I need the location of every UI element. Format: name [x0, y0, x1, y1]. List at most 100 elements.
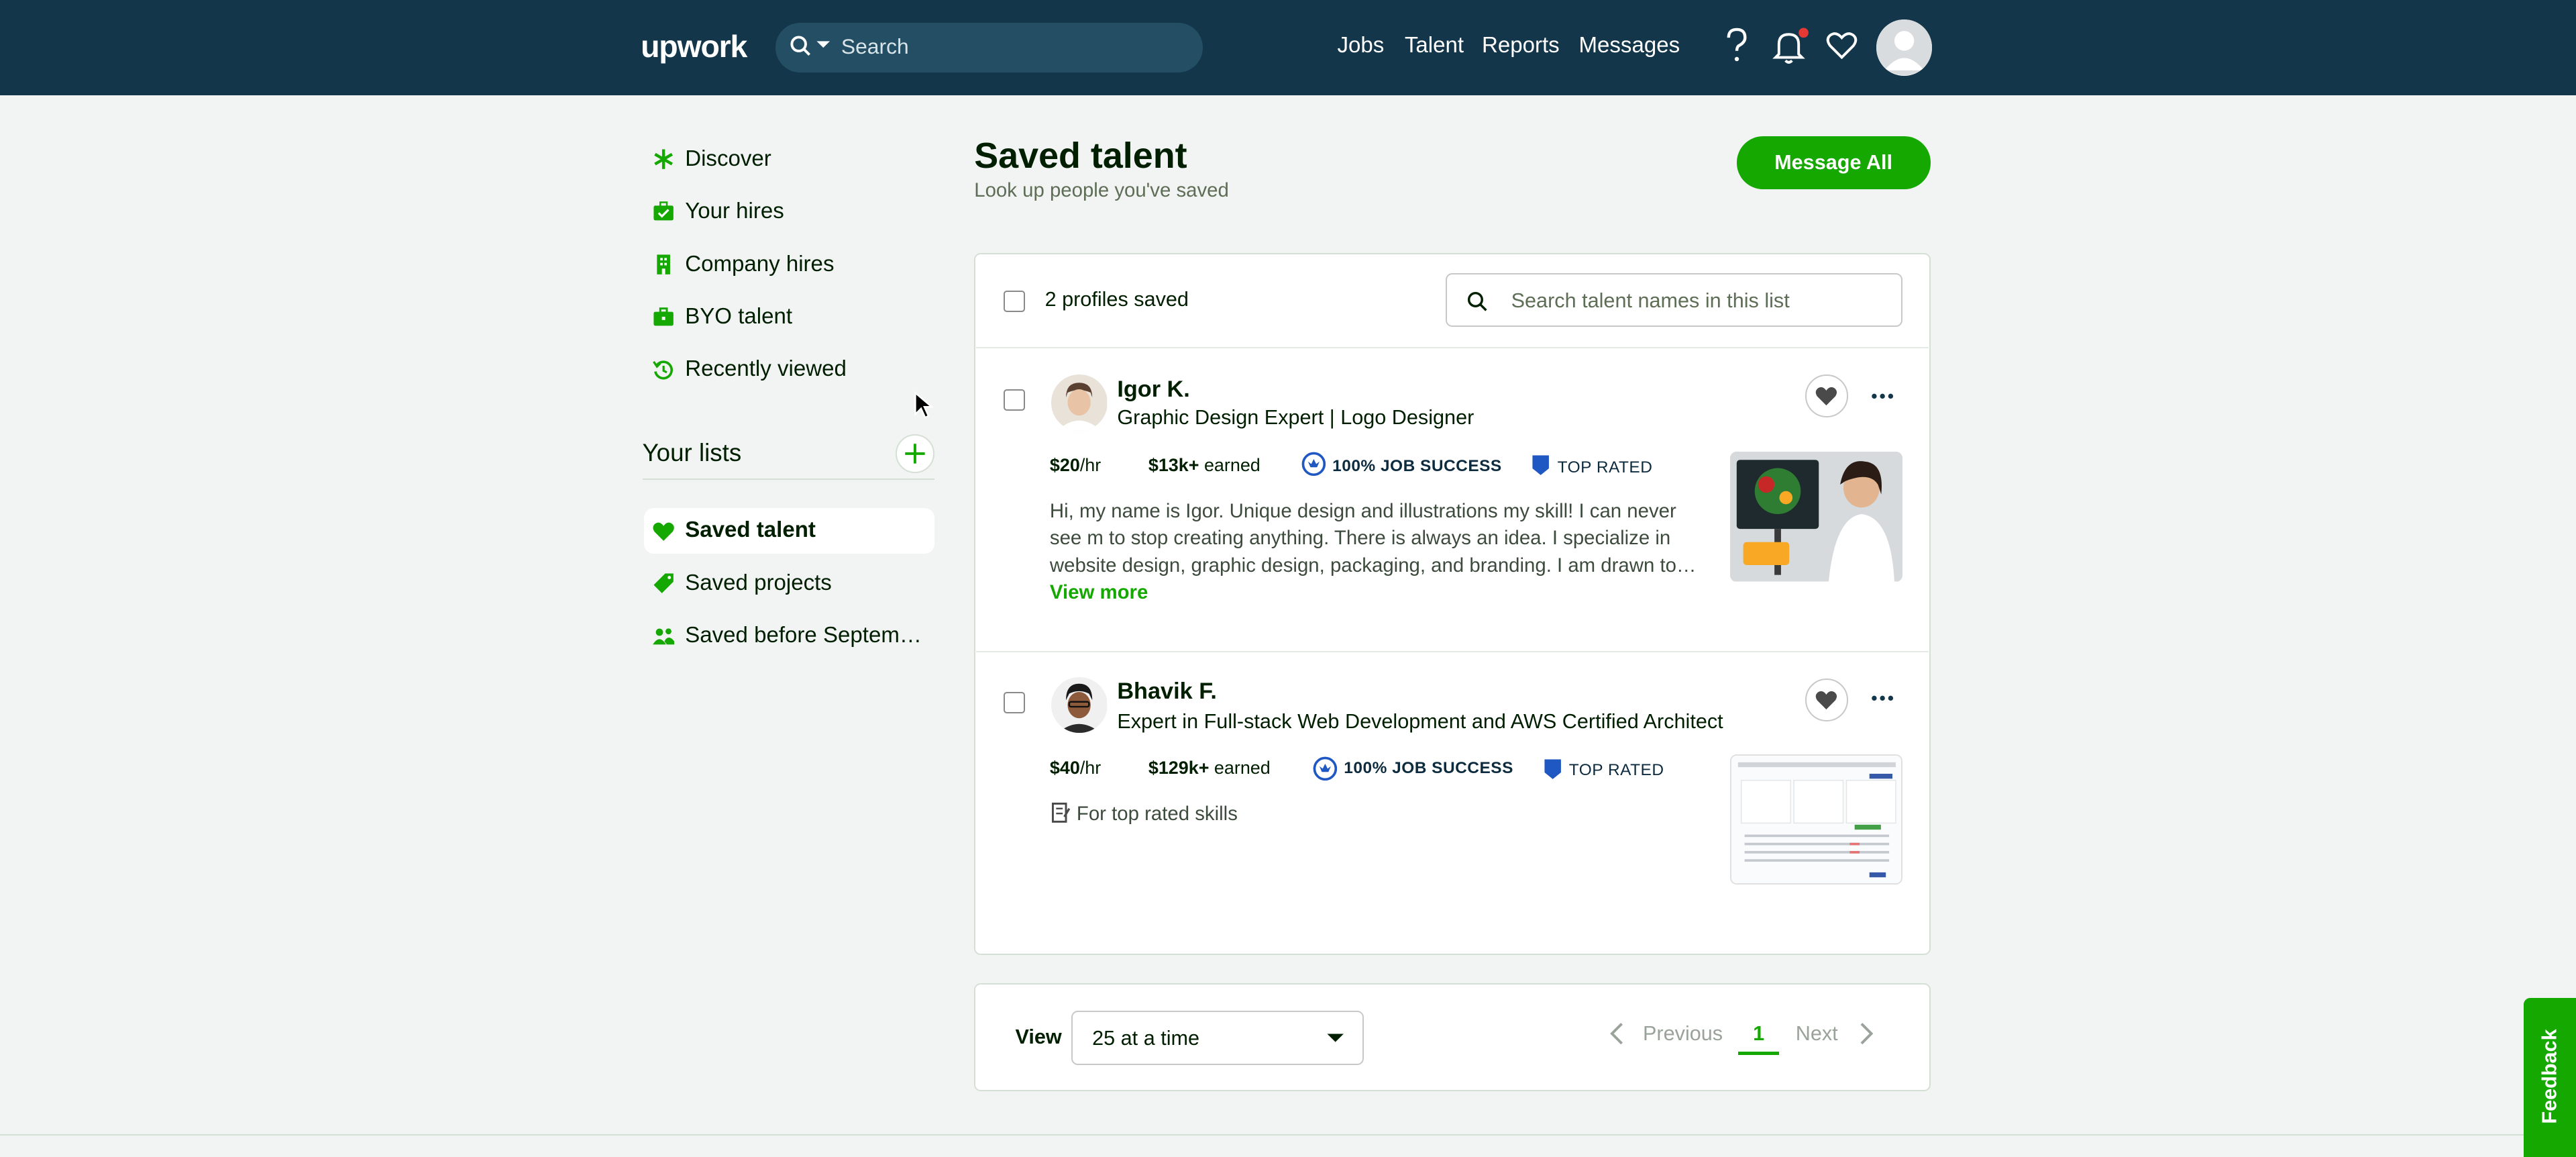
briefcase-icon: [653, 307, 674, 325]
view-more-link[interactable]: View more: [1050, 581, 1148, 603]
sidebar-item-your-hires[interactable]: Your hires: [644, 189, 934, 236]
history-icon: [653, 360, 674, 380]
global-search[interactable]: Search: [775, 23, 1203, 72]
sidebar-item-discover[interactable]: Discover: [644, 136, 934, 183]
briefcase-check-icon: [653, 201, 674, 221]
search-icon: [1468, 291, 1488, 311]
sidebar-item-label: Saved talent: [685, 517, 816, 543]
chevron-left-icon: [1609, 1023, 1623, 1045]
page-title: Saved talent: [974, 135, 1187, 176]
sidebar-item-label: Your hires: [685, 199, 784, 224]
search-icon: [790, 36, 810, 56]
previous-page-button[interactable]: Previous: [1643, 1022, 1723, 1046]
user-avatar[interactable]: [1876, 19, 1933, 76]
sidebar-item-company-hires[interactable]: Company hires: [644, 242, 934, 288]
page-1-button[interactable]: 1: [1753, 1022, 1764, 1046]
hourly-rate: $20/hr: [1049, 455, 1102, 476]
talent-avatar[interactable]: [1051, 374, 1108, 431]
total-earned: $13k+ earned: [1148, 455, 1260, 476]
top-rated-badge: TOP RATED: [1557, 458, 1653, 477]
sidebar-item-recently-viewed[interactable]: Recently viewed: [644, 347, 934, 393]
feedback-label: Feedback: [2538, 1029, 2561, 1124]
search-placeholder: Search: [841, 34, 909, 59]
chevron-right-icon: [1860, 1023, 1874, 1045]
top-rated-skills-note: For top rated skills: [1051, 802, 1238, 825]
portfolio-thumbnail[interactable]: [1729, 754, 1902, 885]
talent-name[interactable]: Igor K.: [1117, 376, 1190, 403]
more-options-button[interactable]: [1871, 378, 1894, 407]
job-success-icon: [1313, 756, 1337, 781]
job-success-icon: [1301, 452, 1326, 476]
add-list-button[interactable]: [895, 434, 935, 474]
people-icon: [653, 627, 675, 644]
job-success-badge: 100% JOB SUCCESS: [1344, 759, 1513, 778]
notification-bell-icon[interactable]: [1772, 26, 1809, 66]
current-page-indicator: [1738, 1052, 1780, 1056]
sidebar-item-byo-talent[interactable]: BYO talent: [644, 294, 934, 340]
per-page-value: 25 at a time: [1092, 1027, 1200, 1050]
talent-avatar[interactable]: [1051, 676, 1108, 734]
nav-messages[interactable]: Messages: [1578, 33, 1680, 58]
sidebar-item-saved-projects[interactable]: Saved projects: [644, 560, 934, 607]
heart-icon[interactable]: [1825, 26, 1858, 66]
lists-divider: [642, 478, 935, 481]
chevron-down-icon[interactable]: [815, 36, 831, 52]
talent-title: Graphic Design Expert | Logo Designer: [1117, 405, 1474, 429]
talent-name[interactable]: Bhavik F.: [1117, 678, 1217, 705]
more-options-button[interactable]: [1871, 681, 1894, 710]
feedback-tab[interactable]: Feedback: [2523, 997, 2576, 1157]
building-icon: [657, 254, 671, 274]
talent-divider: [975, 650, 1929, 653]
per-page-select[interactable]: 25 at a time: [1071, 1011, 1364, 1065]
next-page-button[interactable]: Next: [1796, 1022, 1838, 1046]
talent-title: Expert in Full-stack Web Development and…: [1117, 709, 1723, 733]
select-all-checkbox[interactable]: [1004, 291, 1026, 313]
skills-icon: [1052, 803, 1071, 823]
top-rated-icon: [1544, 759, 1561, 779]
unsave-heart-button[interactable]: [1805, 374, 1849, 418]
page-subtitle: Look up people you've saved: [974, 179, 1229, 201]
sidebar-item-label: Discover: [685, 146, 771, 171]
portfolio-thumbnail[interactable]: [1729, 452, 1902, 582]
sidebar-item-label: Recently viewed: [685, 356, 847, 382]
your-lists-heading: Your lists: [642, 438, 742, 466]
tag-icon: [653, 573, 674, 594]
sidebar-item-saved-before-september[interactable]: Saved before Septemb…: [644, 613, 934, 659]
sidebar-item-label: Saved projects: [685, 570, 832, 595]
chevron-down-icon: [1327, 1033, 1344, 1042]
view-label: View: [1015, 1025, 1062, 1049]
page-bottom-border: [0, 1134, 2576, 1136]
upwork-logo[interactable]: upwork: [641, 28, 747, 64]
profiles-count: 2 profiles saved: [1044, 287, 1189, 311]
ellipsis-icon: [1872, 695, 1894, 701]
plus-icon: [904, 443, 925, 464]
list-search-placeholder: Search talent names in this list: [1511, 289, 1790, 312]
asterisk-icon: [654, 149, 674, 170]
sidebar-item-label: Saved before Septemb…: [685, 623, 928, 648]
talent-description: Hi, my name is Igor. Unique design and i…: [1049, 500, 1697, 604]
total-earned: $129k+ earned: [1148, 757, 1271, 778]
top-rated-badge: TOP RATED: [1568, 760, 1664, 779]
job-success-badge: 100% JOB SUCCESS: [1332, 456, 1502, 475]
heart-icon: [653, 522, 675, 541]
ellipsis-icon: [1872, 393, 1894, 399]
unsave-heart-button[interactable]: [1805, 678, 1849, 722]
nav-reports[interactable]: Reports: [1482, 33, 1560, 58]
sidebar-item-label: Company hires: [685, 251, 835, 276]
panel-divider: [975, 346, 1929, 349]
heart-icon: [1816, 387, 1837, 406]
talent-checkbox[interactable]: [1004, 692, 1026, 713]
nav-jobs[interactable]: Jobs: [1337, 33, 1384, 58]
top-rated-icon: [1532, 455, 1550, 475]
top-navbar: upwork Search Jobs Talent Reports Messag…: [0, 0, 2576, 96]
mouse-cursor-icon: [914, 391, 934, 419]
talent-checkbox[interactable]: [1004, 389, 1026, 411]
nav-talent[interactable]: Talent: [1405, 33, 1464, 58]
sidebar-item-saved-talent[interactable]: Saved talent: [644, 507, 935, 554]
list-search-input[interactable]: Search talent names in this list: [1446, 272, 1902, 328]
help-icon[interactable]: [1722, 26, 1752, 66]
sidebar-item-label: BYO talent: [685, 304, 793, 330]
message-all-button[interactable]: Message All: [1736, 136, 1931, 189]
heart-icon: [1816, 691, 1837, 710]
hourly-rate: $40/hr: [1049, 757, 1102, 778]
